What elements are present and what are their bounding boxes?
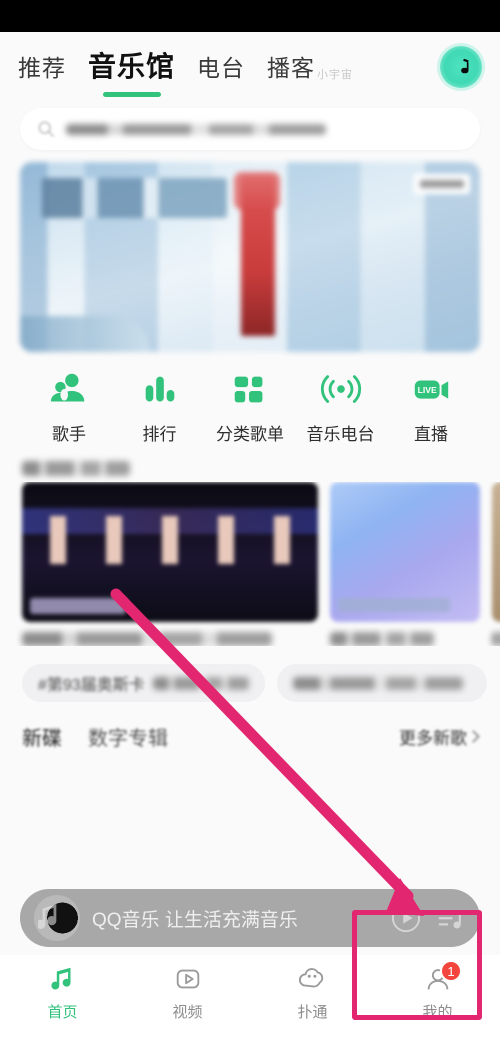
- hashtag-row[interactable]: #第93届奥斯卡: [0, 646, 500, 706]
- tab-recommend[interactable]: 推荐: [18, 49, 66, 87]
- mini-player[interactable]: QQ音乐 让生活充满音乐: [20, 889, 480, 947]
- card-caption: [492, 632, 500, 646]
- category-grid-icon: [229, 368, 271, 412]
- avatar[interactable]: [440, 46, 482, 88]
- search-icon: [38, 121, 55, 138]
- home-music-icon: [48, 963, 78, 995]
- status-bar: [0, 0, 500, 32]
- entry-label: 直播: [414, 425, 448, 444]
- mini-player-play-button[interactable]: [390, 902, 422, 934]
- hashtag-extra: [152, 676, 249, 690]
- tab-list: 推荐 音乐馆 电台 播客 小宇宙: [18, 45, 440, 97]
- top-tab-bar: 推荐 音乐馆 电台 播客 小宇宙: [0, 32, 500, 102]
- more-new-songs-button[interactable]: 更多新歌: [399, 724, 480, 749]
- card-meta: [330, 632, 480, 646]
- entry-label: 歌手: [52, 425, 86, 444]
- card-caption: [330, 632, 434, 646]
- hashtag-chip[interactable]: #第93届奥斯卡: [22, 664, 265, 702]
- nav-label: 首页: [47, 1004, 78, 1021]
- entry-live[interactable]: LIVE 直播: [390, 368, 472, 445]
- video-play-icon: [173, 963, 203, 995]
- card-item[interactable]: [330, 482, 480, 646]
- tab-podcast[interactable]: 播客 小宇宙: [267, 49, 353, 87]
- mini-player-cover[interactable]: [34, 895, 80, 941]
- tab-label: 音乐馆: [88, 51, 176, 82]
- banner-tag: [414, 174, 470, 194]
- card-caption: [22, 632, 272, 646]
- live-camera-icon: LIVE: [410, 368, 452, 412]
- phone-screen: 推荐 音乐馆 电台 播客 小宇宙 歌手 排行 分类歌单 音乐电台 LIVE 直播…: [0, 0, 500, 1039]
- tab-music-hall[interactable]: 音乐馆: [88, 45, 176, 97]
- entry-label: 音乐电台: [306, 425, 375, 444]
- new-song-header: 新碟 数字专辑 更多新歌: [0, 706, 500, 751]
- quick-entry-row: 歌手 排行 分类歌单 音乐电台 LIVE 直播: [0, 352, 500, 451]
- card-item[interactable]: [22, 482, 318, 646]
- mini-player-title: QQ音乐 让生活充满音乐: [92, 909, 298, 931]
- banner-carousel[interactable]: [20, 162, 480, 352]
- new-song-tab-new-album[interactable]: 新碟: [22, 722, 62, 751]
- ranking-bars-icon: [139, 368, 181, 412]
- new-song-tab-digital-album[interactable]: 数字专辑: [88, 722, 168, 751]
- tab-label: 推荐: [18, 55, 66, 81]
- search-input[interactable]: [20, 108, 480, 150]
- nav-item-community[interactable]: 扑通: [250, 963, 375, 1022]
- tab-radio[interactable]: 电台: [197, 49, 245, 87]
- tab-active-underline: [102, 92, 161, 97]
- card-meta: [492, 632, 500, 646]
- tab-label: 播客: [267, 55, 316, 81]
- banner-figure: [240, 176, 275, 336]
- search-area: [0, 102, 500, 160]
- entry-label: 排行: [142, 425, 177, 444]
- nav-item-profile[interactable]: 1 我的: [375, 960, 500, 1022]
- card-item[interactable]: [492, 482, 500, 646]
- play-circle-icon: [391, 903, 421, 933]
- section-header: [0, 451, 500, 482]
- nav-label: 我的: [422, 1004, 453, 1021]
- nav-item-video[interactable]: 视频: [125, 963, 250, 1022]
- mini-player-playlist-button[interactable]: [434, 902, 466, 934]
- app-container: 推荐 音乐馆 电台 播客 小宇宙 歌手 排行 分类歌单 音乐电台 LIVE 直播…: [0, 32, 500, 1039]
- playlist-icon: [438, 911, 461, 929]
- search-placeholder-text: [66, 123, 326, 135]
- nav-badge: 1: [440, 960, 462, 982]
- entry-category-playlist[interactable]: 分类歌单: [209, 368, 291, 445]
- podcast-sup-label: 小宇宙: [317, 69, 354, 81]
- tab-label: 电台: [197, 55, 246, 81]
- hashtag-label: [292, 676, 463, 690]
- nav-item-home[interactable]: 首页: [0, 963, 125, 1022]
- singer-icon: [48, 368, 90, 412]
- svg-text:LIVE: LIVE: [418, 385, 437, 395]
- bottom-nav-bar: 首页 视频 扑通 1 我的: [0, 955, 500, 1039]
- card-thumbnail: [492, 482, 500, 622]
- more-label: 更多新歌: [399, 729, 467, 748]
- entry-ranking[interactable]: 排行: [119, 368, 201, 445]
- hashtag-label: #第93届奥斯卡: [38, 677, 145, 694]
- card-thumbnail: [22, 482, 318, 622]
- banner-headline: [42, 178, 227, 218]
- nav-label: 扑通: [297, 1004, 328, 1021]
- music-note-icon: [38, 904, 57, 929]
- chevron-right-icon: [467, 730, 480, 743]
- new-song-tabs: 新碟 数字专辑: [22, 722, 168, 751]
- radio-wave-icon: [320, 368, 362, 412]
- card-carousel[interactable]: [0, 482, 500, 646]
- community-cloud-icon: [297, 963, 329, 995]
- entry-label: 分类歌单: [216, 425, 284, 444]
- entry-singer[interactable]: 歌手: [28, 368, 110, 445]
- entry-music-radio[interactable]: 音乐电台: [300, 368, 382, 445]
- section-title: [22, 461, 130, 476]
- banner-foreground: [20, 316, 150, 352]
- card-meta: [22, 632, 318, 646]
- nav-label: 视频: [172, 1004, 203, 1021]
- card-thumbnail: [330, 482, 480, 622]
- music-note-icon: [461, 58, 469, 74]
- hashtag-chip[interactable]: [276, 664, 487, 702]
